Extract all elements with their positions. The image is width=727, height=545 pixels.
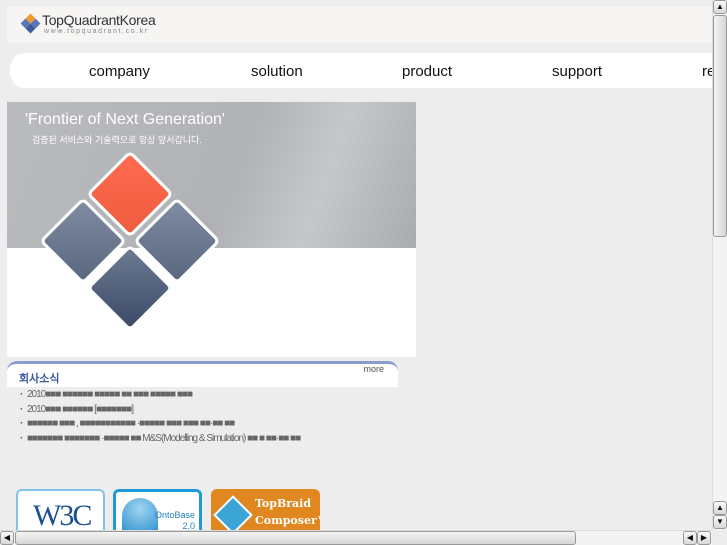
news-item[interactable]: ■■■■■■■ ■■■■■■■ ·■■■■■ ■■ M&S(Modelling … — [20, 432, 390, 447]
news-item[interactable]: 2010■■■ ■■■■■■ ■■■■■ ■■ ■■■ ■■■■■ ■■■ — [20, 388, 390, 403]
hero-banner: 'Frontier of Next Generation' 검증된 서비스와 기… — [7, 102, 416, 357]
logo-name: TopQuadrantKorea — [42, 12, 156, 28]
logo-url: www.topquadrant.co.kr — [44, 28, 149, 35]
scroll-down-button[interactable]: ▼ — [713, 515, 727, 529]
news-title: 회사소식 — [19, 373, 60, 385]
news-list: 2010■■■ ■■■■■■ ■■■■■ ■■ ■■■ ■■■■■ ■■■ 20… — [20, 388, 390, 446]
scroll-left-button-right[interactable]: ◀ — [683, 531, 697, 545]
logo[interactable]: TopQuadrantKorea www.topquadrant.co.kr — [20, 12, 156, 35]
news-more-link[interactable]: more — [363, 364, 384, 374]
scroll-right-button[interactable]: ▶ — [697, 531, 711, 545]
vertical-scroll-thumb[interactable] — [713, 15, 727, 237]
nav-solution[interactable]: solution — [251, 63, 303, 80]
news-item[interactable]: ■■■■■■ ■■■ , ■■■■■■■■■■■ ·■■■■■ ■■■ ■■■ … — [20, 417, 390, 432]
w3c-badge[interactable]: W3C — [16, 489, 105, 530]
scroll-up-button-bottom[interactable]: ▲ — [713, 501, 727, 515]
horizontal-scroll-thumb[interactable] — [15, 531, 576, 545]
banner-subtitle: 검증된 서비스와 기술력으로 항상 앞서갑니다. — [32, 135, 202, 145]
ontobase-icon — [122, 498, 158, 530]
topbraid-icon — [213, 495, 253, 530]
logo-icon — [20, 13, 41, 34]
scroll-left-button[interactable]: ◀ — [0, 531, 14, 545]
vertical-scrollbar[interactable]: ▲ ▲ ▼ — [712, 0, 727, 530]
ontobase-badge[interactable]: OntoBase 2.0 — [113, 489, 202, 530]
scroll-up-button[interactable]: ▲ — [713, 0, 727, 14]
horizontal-scrollbar[interactable]: ◀ ◀ ▶ — [0, 530, 712, 545]
nav-company[interactable]: company — [89, 63, 150, 80]
nav-support[interactable]: support — [552, 63, 602, 80]
main-nav: company solution product support re — [7, 53, 715, 88]
topbraid-label: TopBraid Composer™ — [255, 497, 320, 527]
header: TopQuadrantKorea www.topquadrant.co.kr — [7, 7, 712, 43]
news-item[interactable]: 2010■■■ ■■■■■■ [■■■■■■■] — [20, 403, 390, 418]
ontobase-label: OntoBase 2.0 — [155, 510, 196, 530]
nav-product[interactable]: product — [402, 63, 452, 80]
news-header: 회사소식 more — [7, 361, 398, 387]
topbraid-badge[interactable]: TopBraid Composer™ — [211, 489, 320, 530]
w3c-label: W3C — [33, 499, 92, 530]
banner-title: 'Frontier of Next Generation' — [25, 111, 225, 128]
